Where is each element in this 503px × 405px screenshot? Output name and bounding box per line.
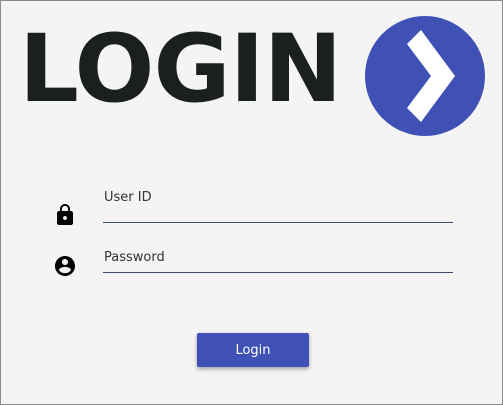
password-input[interactable] bbox=[103, 250, 453, 273]
user-id-row: User ID bbox=[1, 184, 502, 244]
login-logo-text: LOGIN bbox=[19, 15, 342, 124]
lock-icon bbox=[57, 204, 73, 225]
login-window: LOGIN User ID Password Login bbox=[0, 0, 503, 405]
account-circle-icon bbox=[55, 256, 75, 276]
logo-badge bbox=[365, 16, 485, 136]
password-row: Password bbox=[1, 244, 502, 304]
user-id-input[interactable] bbox=[103, 200, 453, 223]
login-button[interactable]: Login bbox=[197, 333, 309, 367]
